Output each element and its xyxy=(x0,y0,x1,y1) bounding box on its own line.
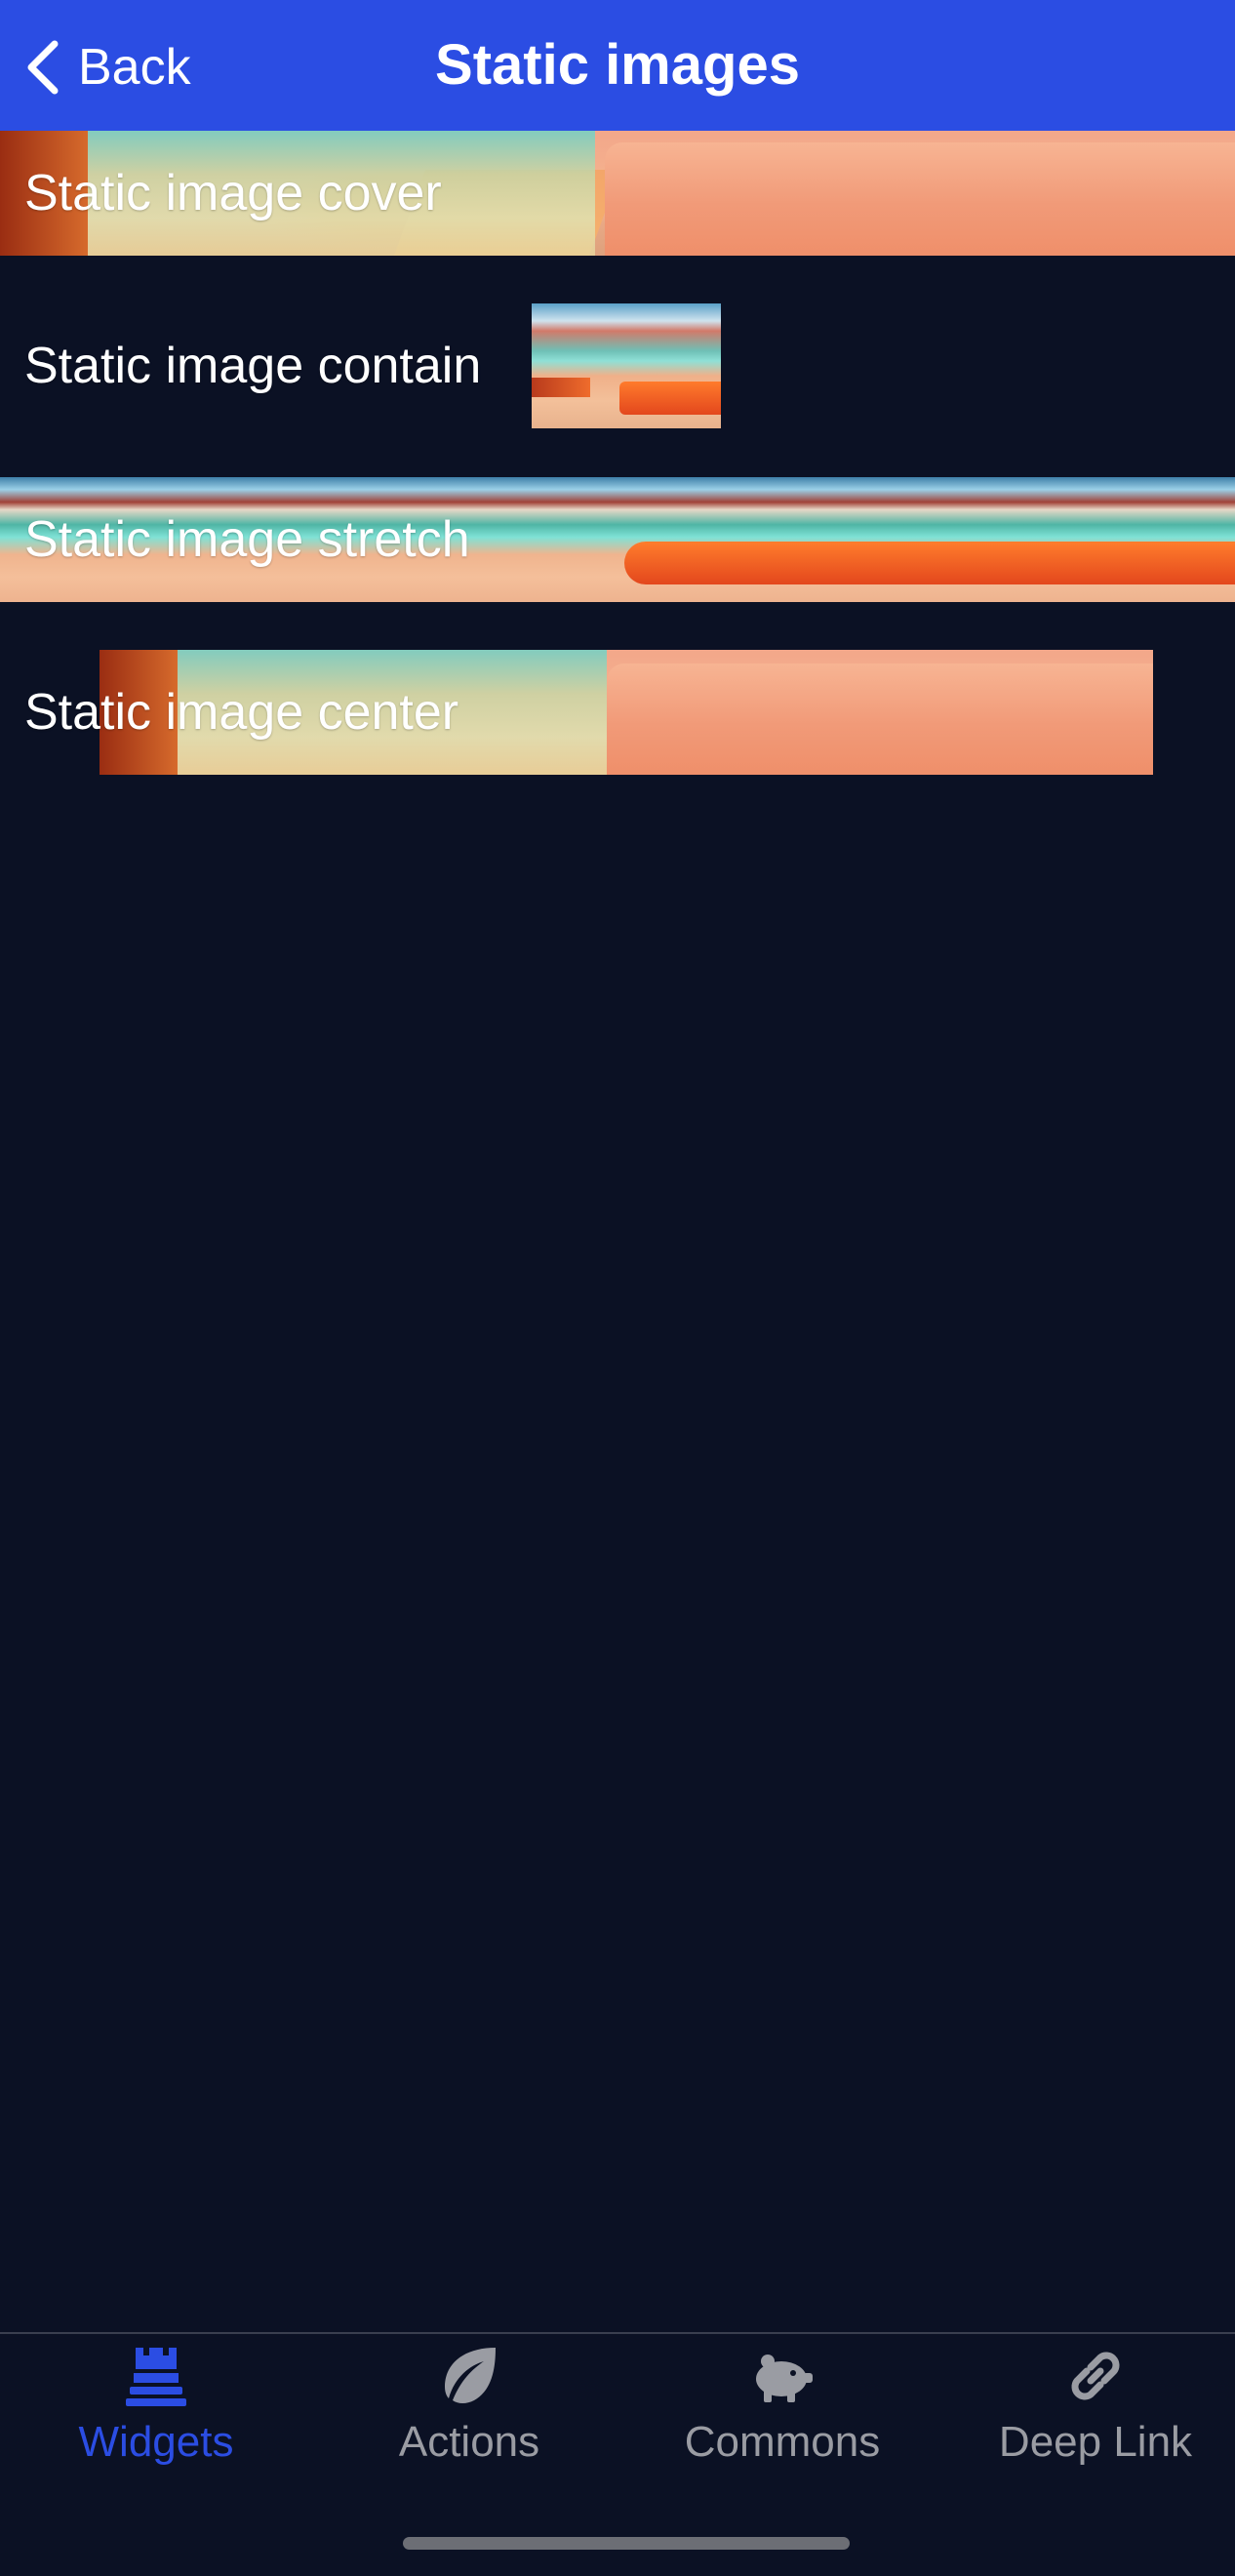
tab-actions[interactable]: Actions xyxy=(315,2342,623,2478)
link-icon xyxy=(1071,2352,1120,2400)
piggy-bank-icon xyxy=(756,2355,813,2402)
tower-icon xyxy=(126,2348,186,2406)
leaf-icon xyxy=(445,2348,496,2403)
row-label: Static image center xyxy=(24,684,459,741)
tab-label: Widgets xyxy=(78,2418,234,2466)
row-label: Static image cover xyxy=(24,165,442,221)
row-static-image-contain: Static image contain xyxy=(0,303,1235,428)
tab-label: Commons xyxy=(684,2418,881,2466)
tab-commons[interactable]: Commons xyxy=(628,2342,936,2478)
row-label: Static image stretch xyxy=(24,511,470,568)
tab-label: Deep Link xyxy=(998,2418,1193,2466)
nav-header: Back Static images xyxy=(0,0,1235,131)
page-title: Static images xyxy=(435,33,800,97)
row-static-image-cover: Static image cover xyxy=(0,131,1235,256)
contain-image xyxy=(532,303,721,428)
home-indicator xyxy=(403,2537,850,2550)
row-label: Static image contain xyxy=(24,338,482,394)
tab-deep-link[interactable]: Deep Link xyxy=(941,2342,1235,2478)
tab-widgets[interactable]: Widgets xyxy=(2,2342,310,2478)
row-static-image-stretch: Static image stretch xyxy=(0,477,1235,602)
row-static-image-center: Static image center xyxy=(0,650,1235,775)
tab-label: Actions xyxy=(398,2418,540,2466)
app-screen: Back Static images Static image cover St… xyxy=(0,0,1235,2576)
